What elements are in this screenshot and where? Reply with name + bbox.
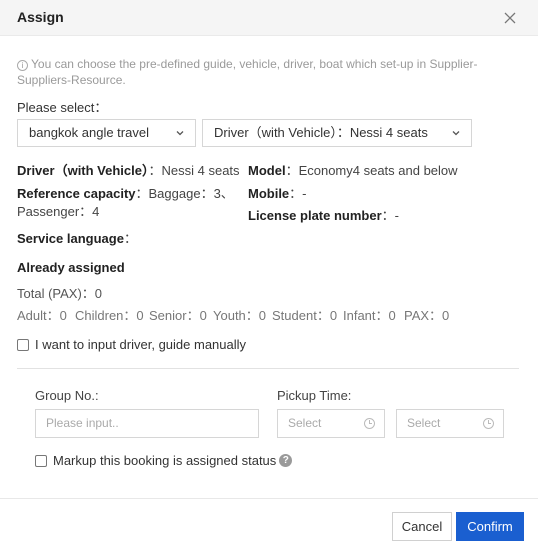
- language-value: ：: [123, 231, 137, 246]
- please-select-label: Please select：: [17, 100, 108, 115]
- driver-row: Driver（with Vehicle）：Nessi 4 seats: [17, 160, 240, 179]
- adult-count: Adult：0: [17, 308, 67, 323]
- capacity-label: Reference capacity: [17, 186, 136, 201]
- pickup-time-label: Pickup Time:: [277, 388, 352, 403]
- supplier-select-value: bangkok angle travel: [29, 125, 149, 140]
- plate-value: ：-: [381, 208, 399, 223]
- youth-count: Youth：0: [213, 308, 267, 323]
- close-icon[interactable]: [502, 10, 518, 26]
- pickup-time-value: Select: [407, 416, 441, 430]
- children-count: Children：0: [75, 308, 144, 323]
- language-row: Service language：: [17, 228, 137, 247]
- group-no-input[interactable]: Please input..: [35, 409, 259, 438]
- student-count: Student：0: [272, 308, 338, 323]
- clock-icon: [483, 418, 494, 429]
- markup-assigned-label: Markup this booking is assigned status: [53, 453, 277, 468]
- dialog-title: Assign: [17, 9, 64, 25]
- resource-select-value: Driver（with Vehicle）：Nessi 4 seats: [214, 125, 428, 140]
- passenger-row: Passenger：4: [17, 201, 99, 220]
- info-note: i You can choose the pre-defined guide, v…: [17, 56, 522, 88]
- language-label: Service language: [17, 231, 124, 246]
- capacity-value-2: Passenger：4: [17, 204, 100, 219]
- divider: [17, 368, 519, 369]
- help-icon[interactable]: ?: [279, 454, 293, 467]
- chevron-down-icon: [452, 131, 460, 136]
- model-label: Model: [248, 163, 286, 178]
- manual-input-checkbox[interactable]: I want to input driver, guide manually: [17, 337, 246, 352]
- pax-count: PAX：0: [404, 308, 450, 323]
- footer-divider: [0, 498, 538, 499]
- dialog-header: Assign: [0, 0, 538, 36]
- infant-count: Infant：0: [343, 308, 396, 323]
- assign-dialog: Assign i You can choose the pre-defined g…: [0, 0, 538, 554]
- group-no-label: Group No.:: [35, 388, 99, 403]
- group-no-placeholder: Please input..: [46, 416, 119, 430]
- mobile-label: Mobile: [248, 186, 290, 201]
- plate-row: License plate number：-: [248, 205, 399, 224]
- driver-label: Driver（with Vehicle）: [17, 163, 149, 178]
- driver-value: ：Nessi 4 seats: [148, 163, 240, 178]
- capacity-value: ：Baggage：3、: [135, 186, 234, 201]
- plate-label: License plate number: [248, 208, 382, 223]
- model-value: ：Economy4 seats and below: [285, 163, 458, 178]
- mobile-row: Mobile：-: [248, 183, 307, 202]
- supplier-select[interactable]: bangkok angle travel: [17, 119, 196, 147]
- capacity-row: Reference capacity：Baggage：3、: [17, 183, 234, 202]
- resource-select[interactable]: Driver（with Vehicle）：Nessi 4 seats: [202, 119, 472, 147]
- clock-icon: [364, 418, 375, 429]
- already-assigned-title: Already assigned: [17, 260, 125, 275]
- checkbox-box[interactable]: [17, 338, 29, 351]
- senior-count: Senior：0: [149, 308, 207, 323]
- mobile-value: ：-: [289, 186, 307, 201]
- cancel-button[interactable]: Cancel: [392, 512, 452, 541]
- manual-input-label: I want to input driver, guide manually: [35, 337, 247, 352]
- confirm-button[interactable]: Confirm: [456, 512, 524, 541]
- pickup-date-value: Select: [288, 416, 322, 430]
- total-pax: Total (PAX)：0: [17, 286, 103, 301]
- pickup-time-select[interactable]: Select: [396, 409, 504, 438]
- chevron-down-icon: [176, 131, 184, 136]
- info-text: You can choose the pre-defined guide, ve…: [17, 57, 478, 87]
- markup-assigned-checkbox[interactable]: Markup this booking is assigned status ?: [35, 453, 293, 468]
- model-row: Model：Economy4 seats and below: [248, 160, 458, 179]
- pickup-date-select[interactable]: Select: [277, 409, 385, 438]
- checkbox-box[interactable]: [35, 454, 47, 467]
- info-icon: i: [17, 60, 28, 71]
